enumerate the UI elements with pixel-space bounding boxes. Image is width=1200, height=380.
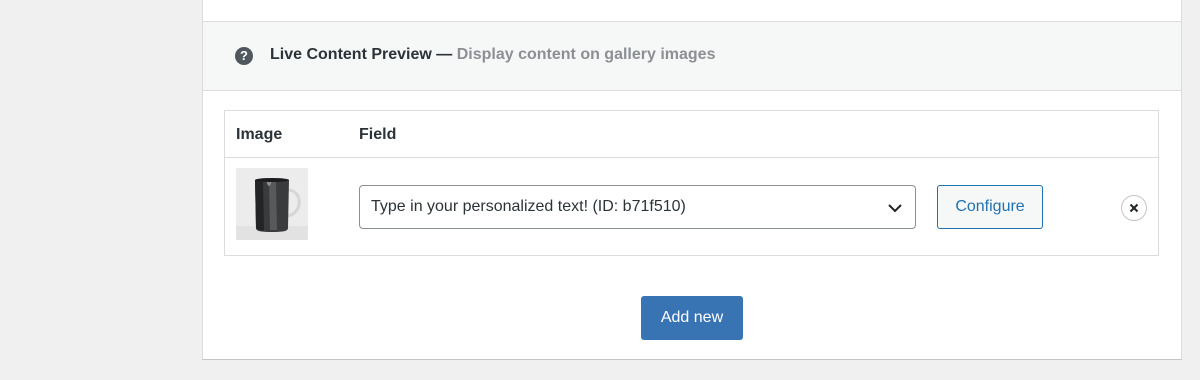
mug-image xyxy=(236,168,308,240)
column-header-field: Field xyxy=(359,126,397,143)
settings-panel: ? Live Content Preview — Display content… xyxy=(202,0,1182,360)
chevron-down-icon xyxy=(888,204,902,213)
field-select-value: Type in your personalized text! (ID: b71… xyxy=(371,198,686,215)
table-header: Image Field xyxy=(225,111,1158,158)
remove-row-button[interactable] xyxy=(1121,195,1147,221)
fields-table: Image Field Type in your personalized te… xyxy=(224,110,1159,256)
title-separator: — xyxy=(436,46,453,63)
configure-button[interactable]: Configure xyxy=(937,185,1043,229)
product-image-thumbnail xyxy=(236,168,308,240)
panel-top-edge xyxy=(203,0,1181,22)
section-header: ? Live Content Preview — Display content… xyxy=(203,22,1181,91)
left-gutter xyxy=(0,0,202,360)
field-select[interactable]: Type in your personalized text! (ID: b71… xyxy=(359,185,916,229)
section-title-text: Live Content Preview xyxy=(270,46,432,63)
add-new-button[interactable]: Add new xyxy=(641,296,743,340)
question-mark-icon[interactable]: ? xyxy=(235,47,253,65)
section-title: Live Content Preview — Display content o… xyxy=(270,46,715,64)
section-description: Display content on gallery images xyxy=(456,46,716,63)
close-icon xyxy=(1129,203,1139,213)
column-header-image: Image xyxy=(236,126,283,143)
